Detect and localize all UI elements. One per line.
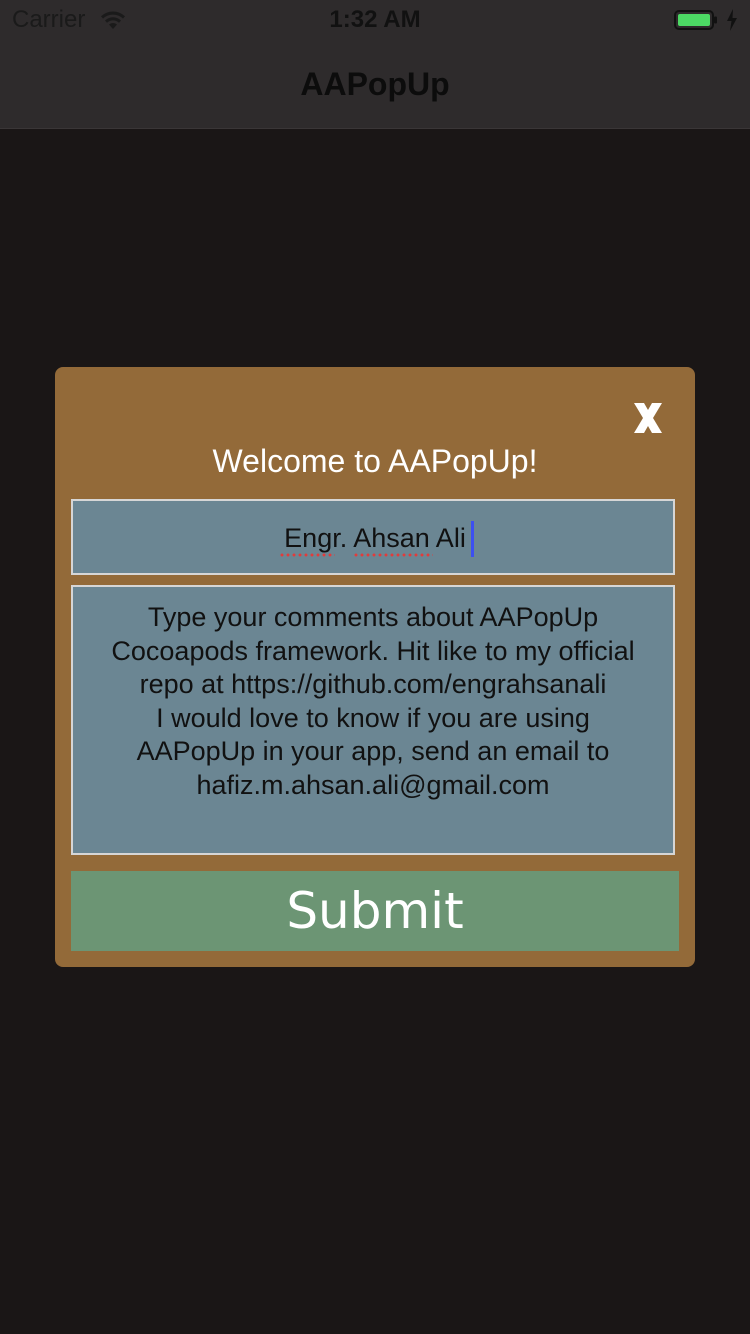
status-bar: Carrier 1:32 AM	[0, 0, 750, 40]
charging-bolt-icon	[727, 9, 737, 31]
popup-dialog: Welcome to AAPopUp! Engr. Ahsan Ali Type…	[55, 367, 695, 967]
name-word-ali: Ali	[429, 523, 466, 553]
navigation-bar: AAPopUp	[0, 40, 750, 129]
name-word-ahsan: Ahsan	[353, 523, 430, 553]
popup-title: Welcome to AAPopUp!	[212, 443, 538, 479]
comments-textarea-value: Type your comments about AAPopUp Cocoapo…	[111, 602, 635, 800]
spellcheck-underline	[353, 553, 433, 557]
submit-button[interactable]: Submit	[71, 871, 679, 951]
spellcheck-underline	[279, 553, 335, 557]
status-time: 1:32 AM	[329, 6, 421, 33]
name-input-value: Engr. Ahsan Ali	[73, 523, 677, 554]
name-word-engr: Engr	[284, 523, 340, 553]
name-separator: .	[339, 523, 354, 553]
comments-textarea[interactable]: Type your comments about AAPopUp Cocoapo…	[71, 585, 675, 855]
text-cursor	[471, 521, 474, 557]
close-x-icon[interactable]	[625, 395, 671, 441]
battery-icon	[674, 10, 717, 30]
nav-title: AAPopUp	[300, 66, 450, 102]
name-input[interactable]: Engr. Ahsan Ali	[71, 499, 675, 575]
